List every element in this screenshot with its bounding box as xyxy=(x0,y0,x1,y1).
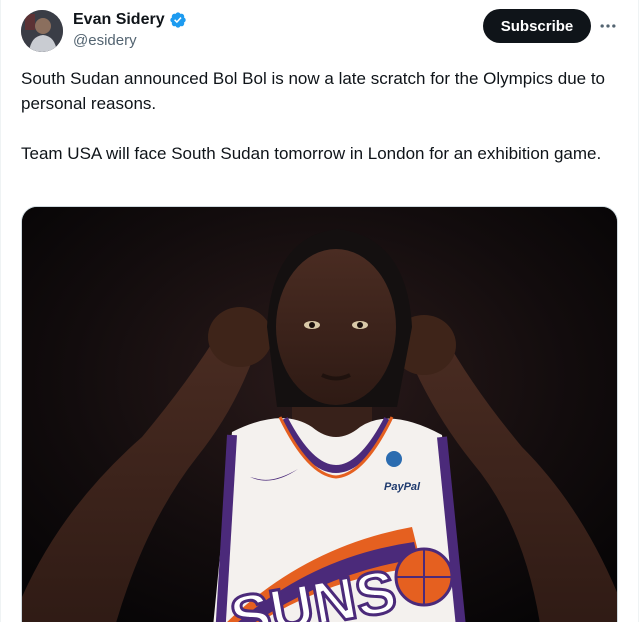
tweet-paragraph: South Sudan announced Bol Bol is now a l… xyxy=(21,69,606,113)
author-handle[interactable]: @esidery xyxy=(73,32,187,49)
more-options-icon[interactable] xyxy=(596,14,620,38)
head-shape xyxy=(276,249,396,405)
author-name[interactable]: Evan Sidery xyxy=(73,11,165,29)
author-info: Evan Sidery @esidery xyxy=(73,10,187,49)
paypal-text: PayPal xyxy=(384,481,421,493)
subscribe-button[interactable]: Subscribe xyxy=(483,9,591,43)
paypal-logo-icon xyxy=(386,451,402,467)
tweet-photo[interactable]: PayPal SUNS xyxy=(21,206,618,622)
verified-badge-icon xyxy=(169,11,187,29)
tweet-card: Evan Sidery @esidery Subscribe South Sud… xyxy=(0,0,639,622)
tweet-text: South Sudan announced Bol Bol is now a l… xyxy=(21,66,621,166)
tweet-paragraph: Team USA will face South Sudan tomorrow … xyxy=(21,144,602,163)
avatar[interactable] xyxy=(21,10,63,52)
